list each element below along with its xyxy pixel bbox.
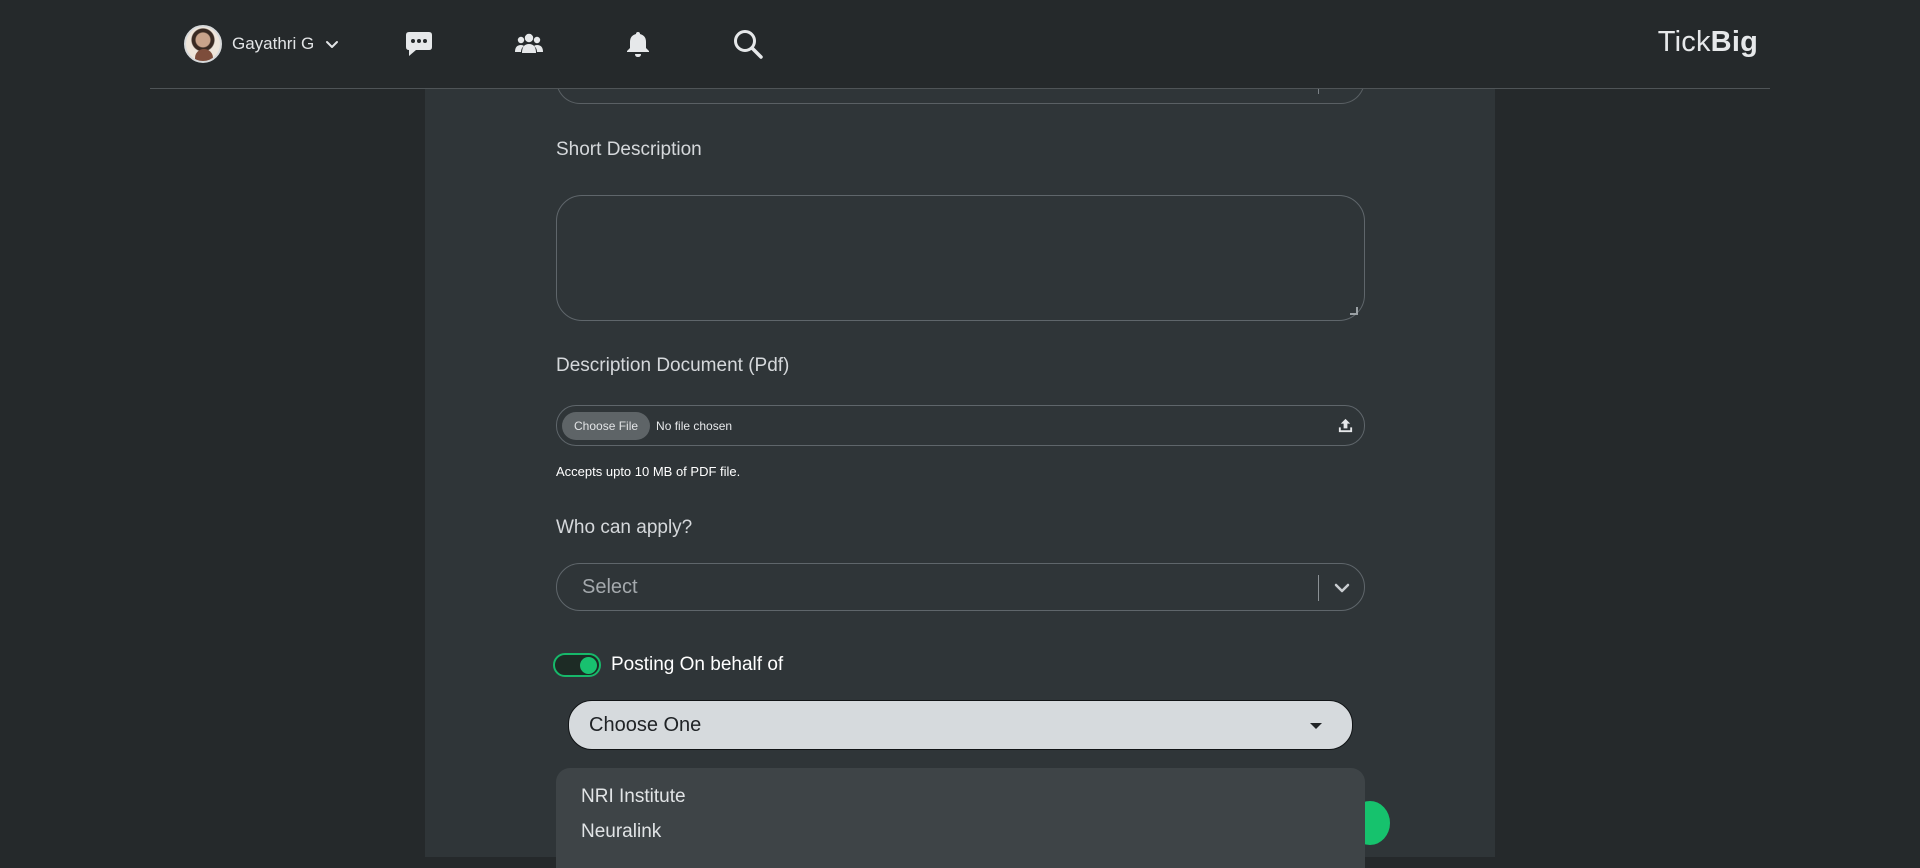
who-can-apply-label: Who can apply? [556,517,693,538]
top-navigation-bar: Gayathri G TickBig [150,0,1770,89]
toggle-knob [580,657,597,674]
users-icon[interactable] [512,27,546,61]
select-placeholder: Select [582,575,638,598]
post-form-panel: Short Description Description Document (… [425,0,1495,868]
who-can-apply-select[interactable]: Select [556,563,1365,611]
document-file-input[interactable]: Choose File No file chosen [556,405,1365,446]
file-status-text: No file chosen [656,418,733,433]
profile-name: Gayathri G [232,34,315,53]
organization-select-value: Choose One [589,713,702,736]
resize-handle[interactable] [1350,307,1358,315]
brand-logo[interactable]: TickBig [1658,26,1758,59]
chevron-down-icon[interactable] [1332,578,1352,598]
caret-down-icon [1310,723,1322,729]
short-description-label: Short Description [556,139,702,160]
document-label: Description Document (Pdf) [556,355,790,376]
select-separator [1318,575,1319,601]
avatar[interactable] [184,25,222,63]
choose-file-button[interactable]: Choose File [562,411,651,440]
upload-icon[interactable] [1337,417,1354,434]
chevron-down-icon[interactable] [324,36,340,52]
organization-select[interactable]: Choose One [568,700,1353,750]
posting-on-behalf-label: Posting On behalf of [611,654,784,675]
posting-on-behalf-toggle[interactable] [553,653,601,677]
dropdown-option-neuralink[interactable]: Neuralink [581,819,1365,854]
dropdown-option-nri-institute[interactable]: NRI Institute [581,784,1365,819]
bell-icon[interactable] [621,27,655,61]
document-help-text: Accepts upto 10 MB of PDF file. [556,464,741,479]
profile-menu[interactable]: Gayathri G [184,24,340,64]
organization-dropdown-menu: NRI Institute Neuralink [556,768,1365,868]
search-icon[interactable] [731,27,765,61]
short-description-textarea[interactable] [556,195,1365,321]
chat-icon[interactable] [402,27,436,61]
